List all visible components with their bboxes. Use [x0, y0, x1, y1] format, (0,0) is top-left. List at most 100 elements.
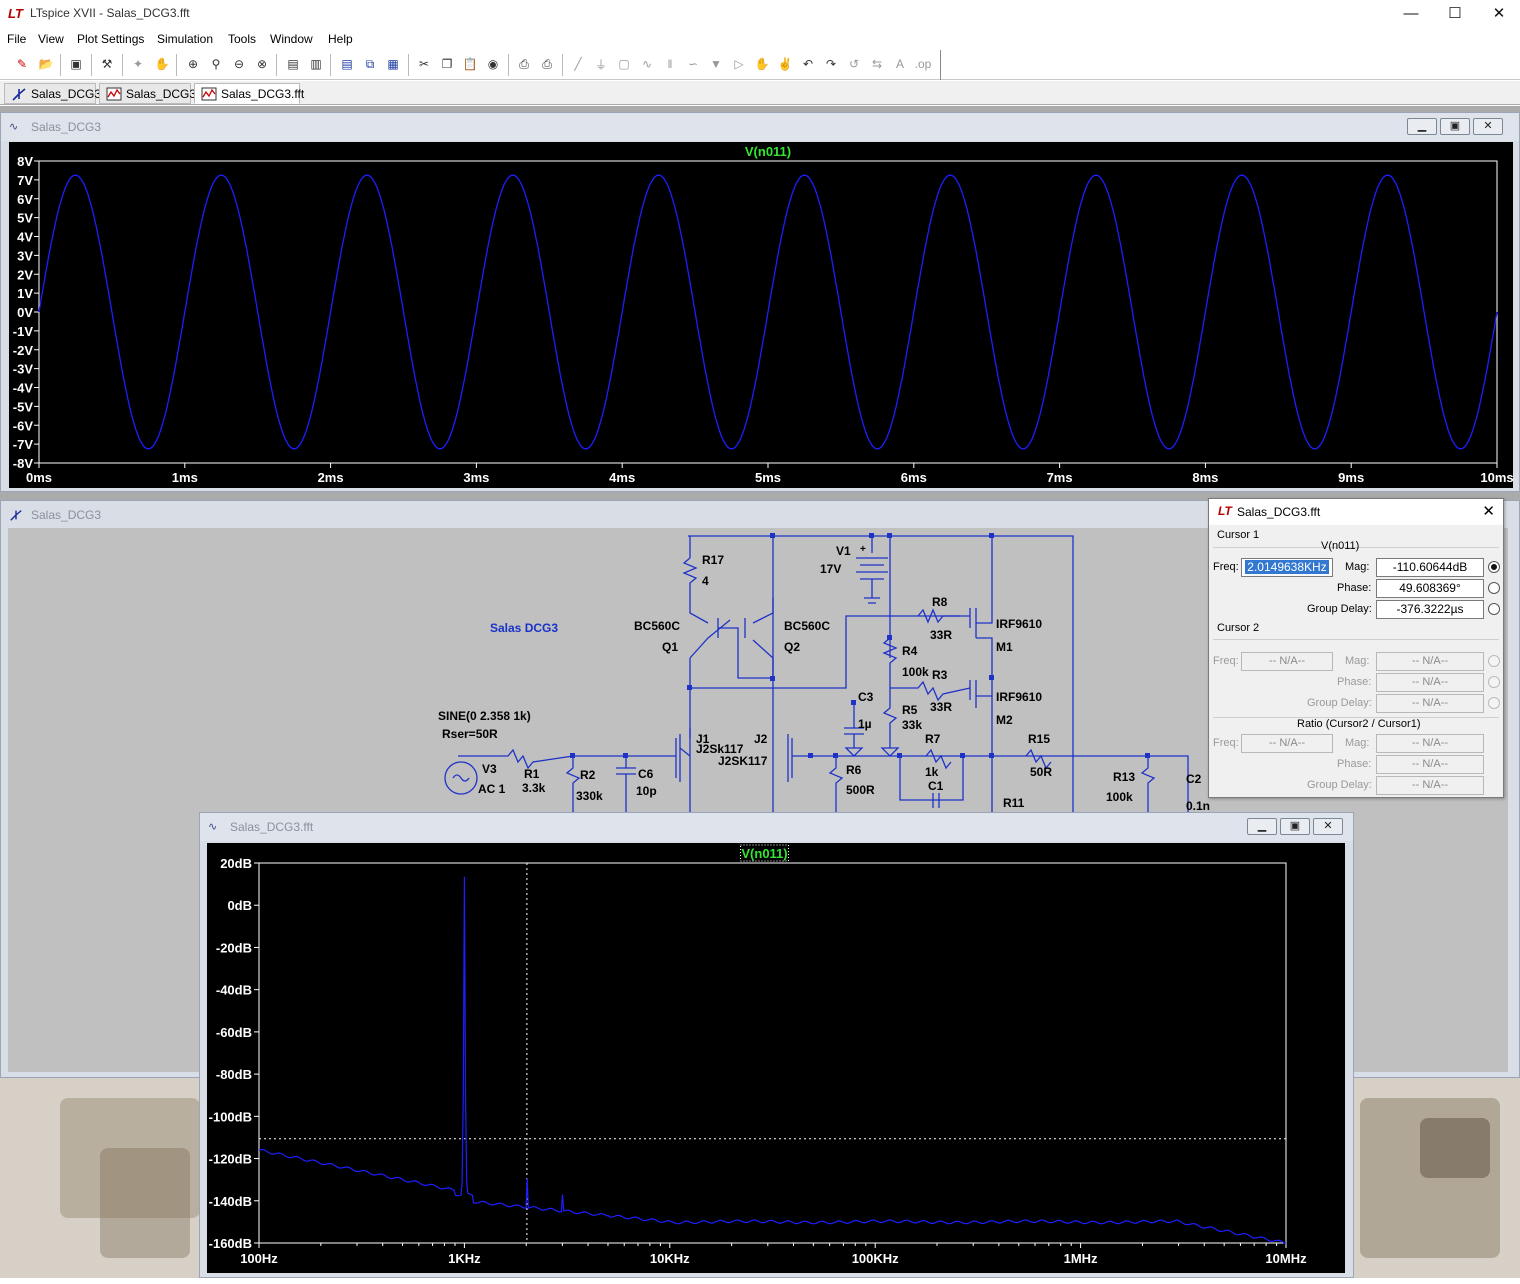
zoom-in-icon[interactable]: ⊕ [184, 55, 202, 73]
mirror-icon[interactable]: ⇆ [868, 55, 886, 73]
cursor1-freq-label: Freq: [1213, 561, 1239, 573]
menu-help[interactable]: Help [328, 32, 353, 46]
resistor-icon[interactable]: ∿ [638, 55, 656, 73]
fft-plot-svg: 20dB 0dB -20dB -40dB -60dB -80dB -100dB -120dB -… [209, 844, 1307, 1266]
waveform-icon: ∿ [208, 821, 218, 833]
menu-file[interactable]: File [7, 32, 26, 46]
close-icon[interactable]: ✕ [1476, 0, 1520, 28]
r6-value: 500R [846, 783, 875, 797]
cursor1-mag-field[interactable]: -110.60644dB [1376, 558, 1484, 577]
y-tick-label: 0V [17, 305, 33, 320]
wire-icon[interactable]: ╱ [569, 55, 587, 73]
tile-horizontal-icon[interactable]: ▤ [338, 55, 356, 73]
cursor1-gd-radio[interactable] [1488, 603, 1500, 615]
cursor1-mag-radio[interactable] [1488, 561, 1500, 573]
diode-icon[interactable]: ▼ [707, 55, 725, 73]
menu-tools[interactable]: Tools [228, 32, 256, 46]
close-icon[interactable]: ✕ [1482, 502, 1495, 520]
time-plot-area[interactable]: 8V 7V 6V 5V 4V 3V 2V 1V 0V -1V -2V -3V -4V -5V -6V -7V -… [9, 142, 1513, 488]
fft-plot-area[interactable]: 20dB 0dB -20dB -40dB -60dB -80dB -100dB -120dB -… [207, 843, 1345, 1273]
rotate-icon[interactable]: ↺ [845, 55, 863, 73]
c2-value: 0.1n [1186, 799, 1211, 813]
trace-label: V(n011) [745, 144, 791, 159]
cursor1-gd-field[interactable]: -376.3222µs [1376, 600, 1484, 619]
r8-value: 33R [930, 628, 953, 642]
menu-plot-settings[interactable]: Plot Settings [77, 32, 144, 46]
ratio-gd-field: -- N/A-- [1376, 776, 1484, 795]
x-tick-label: 10ms [1480, 470, 1513, 485]
component-icon[interactable]: ▷ [730, 55, 748, 73]
menu-view[interactable]: View [38, 32, 64, 46]
undo-icon[interactable]: ↶ [799, 55, 817, 73]
tab-waveform[interactable]: Salas_DCG3 [99, 83, 196, 104]
tile-vertical-icon[interactable]: ▦ [384, 55, 402, 73]
copy-icon[interactable]: ❐ [438, 55, 456, 73]
cascade-icon[interactable]: ⧉ [361, 55, 379, 73]
time-plot-svg: 8V 7V 6V 5V 4V 3V 2V 1V 0V -1V -2V -3V -4V -5V -6V -7V -… [13, 144, 1513, 485]
autorange-icon[interactable]: ▤ [284, 55, 302, 73]
run-icon[interactable]: ✦ [129, 55, 147, 73]
cursor2-heading: Cursor 2 [1217, 622, 1260, 634]
r2-value: 330k [576, 789, 603, 803]
maximize-icon[interactable]: ☐ [1432, 0, 1478, 28]
cursor2-gd-field: -- N/A-- [1376, 694, 1484, 713]
r17-label: R17 [702, 553, 725, 567]
zoom-out-icon[interactable]: ⊖ [230, 55, 248, 73]
x-tick-label: 3ms [463, 470, 489, 485]
paste-icon[interactable]: 📋 [461, 55, 479, 73]
cut-icon[interactable]: ✂ [415, 55, 433, 73]
tab-schematic[interactable]: Salas_DCG3 [4, 83, 101, 104]
redo-icon[interactable]: ↷ [822, 55, 840, 73]
x-tick-label: 1KHz [448, 1251, 481, 1266]
cursor-dialog-title: Salas_DCG3.fft [1237, 505, 1321, 519]
print-icon[interactable]: ⎙ [538, 55, 556, 73]
y-tick-label: 8V [17, 154, 33, 169]
cursor1-phase-radio[interactable] [1488, 582, 1500, 594]
y-tick-label: 20dB [220, 856, 252, 871]
schematic-title-text: Salas DCG3 [490, 621, 559, 635]
zoom-fit-icon[interactable]: ⊗ [253, 55, 271, 73]
r13-label: R13 [1113, 770, 1136, 784]
move-icon[interactable]: ✋ [753, 55, 771, 73]
r7-value: 1k [925, 765, 939, 779]
add-trace-icon[interactable]: ▥ [307, 55, 325, 73]
cursor2-gd-radio [1488, 697, 1500, 709]
cursor2-mag-label: Mag: [1345, 655, 1370, 667]
zoom-pan-icon[interactable]: ⚲ [207, 55, 225, 73]
maximize-icon[interactable]: ▣ [1440, 118, 1470, 135]
minimize-icon[interactable]: ▁ [1407, 118, 1437, 135]
close-icon[interactable]: ✕ [1473, 118, 1503, 135]
menu-window[interactable]: Window [270, 32, 313, 46]
x-tick-label: 100KHz [852, 1251, 899, 1266]
save-icon[interactable]: ▣ [67, 55, 85, 73]
x-tick-label: 2ms [318, 470, 344, 485]
find-icon[interactable]: ◉ [484, 55, 502, 73]
cursor1-trace: V(n011) [1321, 540, 1360, 552]
menu-simulation[interactable]: Simulation [157, 32, 213, 46]
tab-fft[interactable]: Salas_DCG3.fft [194, 83, 304, 104]
drag-icon[interactable]: ✌ [776, 55, 794, 73]
ratio-mag-label: Mag: [1345, 737, 1370, 749]
ratio-freq-field: -- N/A-- [1241, 734, 1333, 753]
text-icon[interactable]: A [891, 55, 909, 73]
halt-icon[interactable]: ✋ [153, 55, 171, 73]
spice-directive-icon[interactable]: .op [914, 55, 932, 73]
maximize-icon[interactable]: ▣ [1280, 818, 1310, 835]
fft-plot-titlebar: ∿ Salas_DCG3.fft ▁ ▣ ✕ [200, 813, 1353, 841]
open-icon[interactable]: 📂 [37, 55, 55, 73]
print-preview-icon[interactable]: ⎙ [515, 55, 533, 73]
control-panel-icon[interactable]: ⚒ [98, 55, 116, 73]
capacitor-icon[interactable]: ‖ [661, 55, 679, 73]
r15-label: R15 [1028, 732, 1051, 746]
ground-icon[interactable]: ⏚ [592, 55, 610, 73]
minimize-icon[interactable]: ▁ [1247, 818, 1277, 835]
close-icon[interactable]: ✕ [1313, 818, 1343, 835]
cursor1-heading: Cursor 1 [1217, 529, 1260, 541]
cursor1-freq-field[interactable]: 2.0149638KHz [1241, 558, 1333, 577]
inductor-icon[interactable]: ∽ [684, 55, 702, 73]
cursor1-phase-field[interactable]: 49.608369° [1376, 579, 1484, 598]
v3-value: AC 1 [478, 782, 506, 796]
minimize-icon[interactable]: — [1388, 0, 1434, 28]
new-schematic-icon[interactable]: ✎ [13, 55, 31, 73]
label-net-icon[interactable]: ▢ [615, 55, 633, 73]
